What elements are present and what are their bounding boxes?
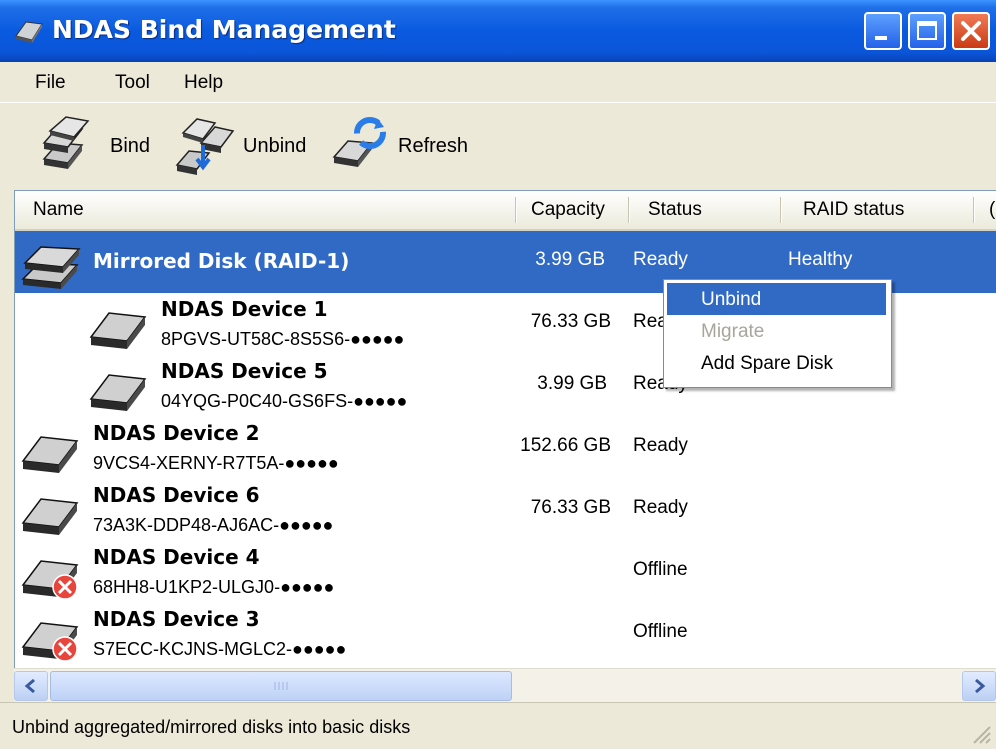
device-serial: 8PGVS-UT58C-8S5S6-●●●●●	[161, 329, 405, 349]
menu-item-add-spare-disk[interactable]: Add Spare Disk	[667, 347, 886, 379]
device-name: NDAS Device 3	[93, 607, 260, 631]
menu-file[interactable]: File	[35, 72, 66, 94]
device-status: Ready	[633, 497, 688, 518]
menu-item-label: Unbind	[701, 289, 762, 310]
scroll-right-button[interactable]	[962, 671, 996, 701]
device-status: Ready	[633, 435, 688, 456]
context-menu: Unbind Migrate Add Spare Disk	[663, 279, 892, 388]
list-row[interactable]: NDAS Device 3 S7ECC-KCJNS-MGLC2-●●●●● Of…	[15, 603, 996, 665]
column-divider[interactable]	[780, 197, 782, 223]
unbind-label: Unbind	[243, 135, 307, 157]
mirrored-disk-icon	[21, 246, 81, 289]
list-header: Name Capacity Status RAID status (	[15, 191, 996, 231]
menu-item-label: Migrate	[701, 321, 765, 342]
device-capacity: 76.33 GB	[530, 311, 611, 332]
disk-offline-icon	[21, 560, 79, 600]
maximize-icon	[917, 21, 937, 40]
column-divider[interactable]	[973, 197, 975, 223]
device-status: Ready	[633, 249, 688, 270]
menu-help[interactable]: Help	[184, 72, 223, 94]
column-capacity[interactable]: Capacity	[531, 199, 605, 221]
device-serial: 73A3K-DDP48-AJ6AC-●●●●●	[93, 515, 334, 535]
title-bar[interactable]: NDAS Bind Management	[0, 0, 996, 62]
menu-bar: File Tool Help	[0, 62, 996, 102]
device-capacity: 152.66 GB	[520, 435, 611, 456]
toolbar: Bind Unbind Refresh	[0, 102, 996, 191]
window-title: NDAS Bind Management	[52, 15, 396, 44]
resize-grip-icon[interactable]	[970, 723, 992, 745]
status-bar: Unbind aggregated/mirrored disks into ba…	[0, 702, 996, 749]
close-icon	[961, 21, 981, 41]
minimize-icon	[875, 36, 887, 40]
device-serial: 04YQG-P0C40-GS6FS-●●●●●	[161, 391, 408, 411]
device-serial: 9VCS4-XERNY-R7T5A-●●●●●	[93, 453, 339, 473]
bind-disks-icon	[42, 116, 90, 169]
minimize-button[interactable]	[864, 12, 902, 50]
disk-offline-icon	[21, 622, 79, 662]
disk-icon	[21, 498, 79, 535]
chevron-left-icon	[24, 678, 35, 694]
list-row[interactable]: NDAS Device 2 9VCS4-XERNY-R7T5A-●●●●● 15…	[15, 417, 996, 479]
ndas-bind-window: NDAS Bind Management File Tool Help Bind…	[0, 0, 996, 749]
list-row[interactable]: NDAS Device 6 73A3K-DDP48-AJ6AC-●●●●● 76…	[15, 479, 996, 541]
bind-button[interactable]: Bind	[40, 113, 165, 179]
column-name[interactable]: Name	[33, 199, 84, 221]
unbind-button[interactable]: Unbind	[175, 113, 315, 179]
menu-item-unbind[interactable]: Unbind	[667, 283, 886, 315]
disk-icon	[89, 312, 147, 349]
device-raid-status: Healthy	[788, 249, 853, 270]
unbind-disks-icon	[175, 118, 235, 175]
device-serial: 68HH8-U1KP2-ULGJ0-●●●●●	[93, 577, 335, 597]
bind-label: Bind	[110, 135, 151, 157]
ndas-disk-icon	[15, 21, 43, 43]
device-name: NDAS Device 6	[93, 483, 260, 507]
scroll-left-button[interactable]	[14, 671, 48, 701]
chevron-right-icon	[975, 678, 986, 694]
disk-icon	[89, 374, 147, 411]
column-status[interactable]: Status	[648, 199, 702, 221]
device-capacity: 3.99 GB	[537, 373, 607, 394]
horizontal-scrollbar[interactable]	[14, 668, 996, 703]
close-button[interactable]	[952, 12, 990, 50]
column-divider[interactable]	[515, 197, 517, 223]
column-raid-status[interactable]: RAID status	[803, 199, 904, 221]
menu-item-label: Add Spare Disk	[701, 353, 834, 374]
refresh-icon	[332, 117, 386, 167]
device-status: Offline	[633, 559, 688, 580]
status-text: Unbind aggregated/mirrored disks into ba…	[12, 717, 411, 737]
refresh-label: Refresh	[398, 135, 469, 157]
menu-tool[interactable]: Tool	[115, 72, 150, 94]
grip-icon	[274, 682, 288, 690]
list-row[interactable]: NDAS Device 4 68HH8-U1KP2-ULGJ0-●●●●● Of…	[15, 541, 996, 603]
device-status: Offline	[633, 621, 688, 642]
device-name: NDAS Device 2	[93, 421, 260, 445]
device-name: NDAS Device 1	[161, 297, 328, 321]
column-divider[interactable]	[628, 197, 630, 223]
maximize-button[interactable]	[908, 12, 946, 50]
column-next[interactable]: (	[989, 199, 995, 221]
device-list[interactable]: Name Capacity Status RAID status ( Mirro…	[14, 190, 996, 669]
device-capacity: 76.33 GB	[530, 497, 611, 518]
disk-icon	[21, 436, 79, 473]
device-capacity: 3.99 GB	[535, 249, 605, 270]
device-serial: S7ECC-KCJNS-MGLC2-●●●●●	[93, 639, 347, 659]
device-name: NDAS Device 4	[93, 545, 260, 569]
menu-item-migrate: Migrate	[667, 315, 886, 347]
device-name: Mirrored Disk (RAID-1)	[93, 249, 350, 273]
refresh-button[interactable]: Refresh	[332, 113, 482, 179]
scroll-thumb[interactable]	[50, 671, 512, 701]
device-name: NDAS Device 5	[161, 359, 328, 383]
